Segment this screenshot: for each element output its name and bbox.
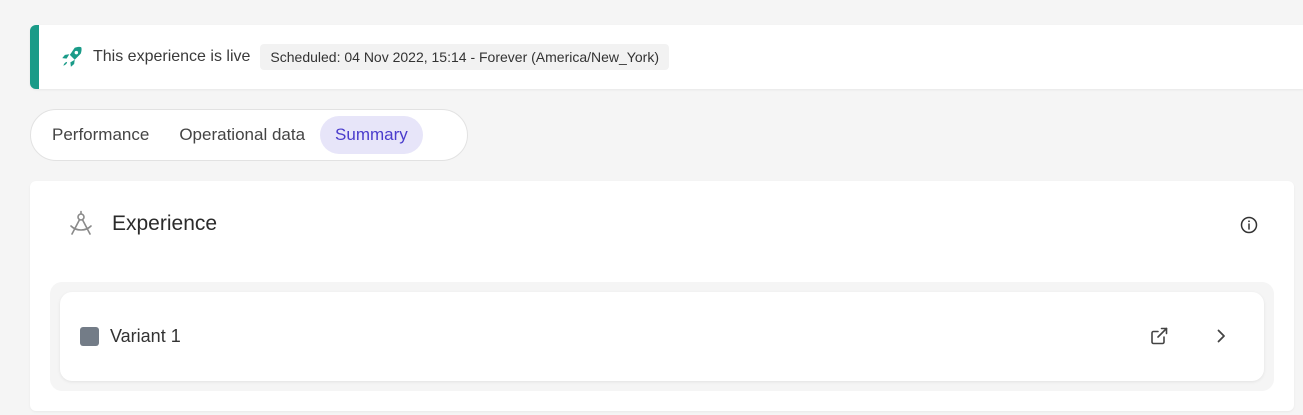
live-status-text: This experience is live <box>93 48 251 65</box>
external-link-icon[interactable] <box>1148 325 1170 347</box>
chevron-right-icon[interactable] <box>1210 325 1232 347</box>
experience-card: Experience Variant 1 <box>30 181 1294 411</box>
tab-performance[interactable]: Performance <box>37 116 164 154</box>
card-title: Experience <box>112 212 218 235</box>
card-header: Experience <box>66 209 217 239</box>
view-tabs: Performance Operational data Summary <box>30 109 468 161</box>
schedule-chip: Scheduled: 04 Nov 2022, 15:14 - Forever … <box>260 44 669 70</box>
live-status-banner: This experience is live Scheduled: 04 No… <box>30 25 1303 89</box>
variants-list: Variant 1 <box>50 282 1274 391</box>
tab-summary[interactable]: Summary <box>320 116 423 154</box>
compass-drafting-icon <box>66 209 96 239</box>
variant-row[interactable]: Variant 1 <box>60 292 1264 381</box>
variant-label: Variant 1 <box>110 326 181 346</box>
tab-operational-data[interactable]: Operational data <box>164 116 320 154</box>
variant-color-swatch <box>80 327 99 346</box>
rocket-icon <box>59 44 85 70</box>
info-icon[interactable] <box>1239 215 1259 235</box>
